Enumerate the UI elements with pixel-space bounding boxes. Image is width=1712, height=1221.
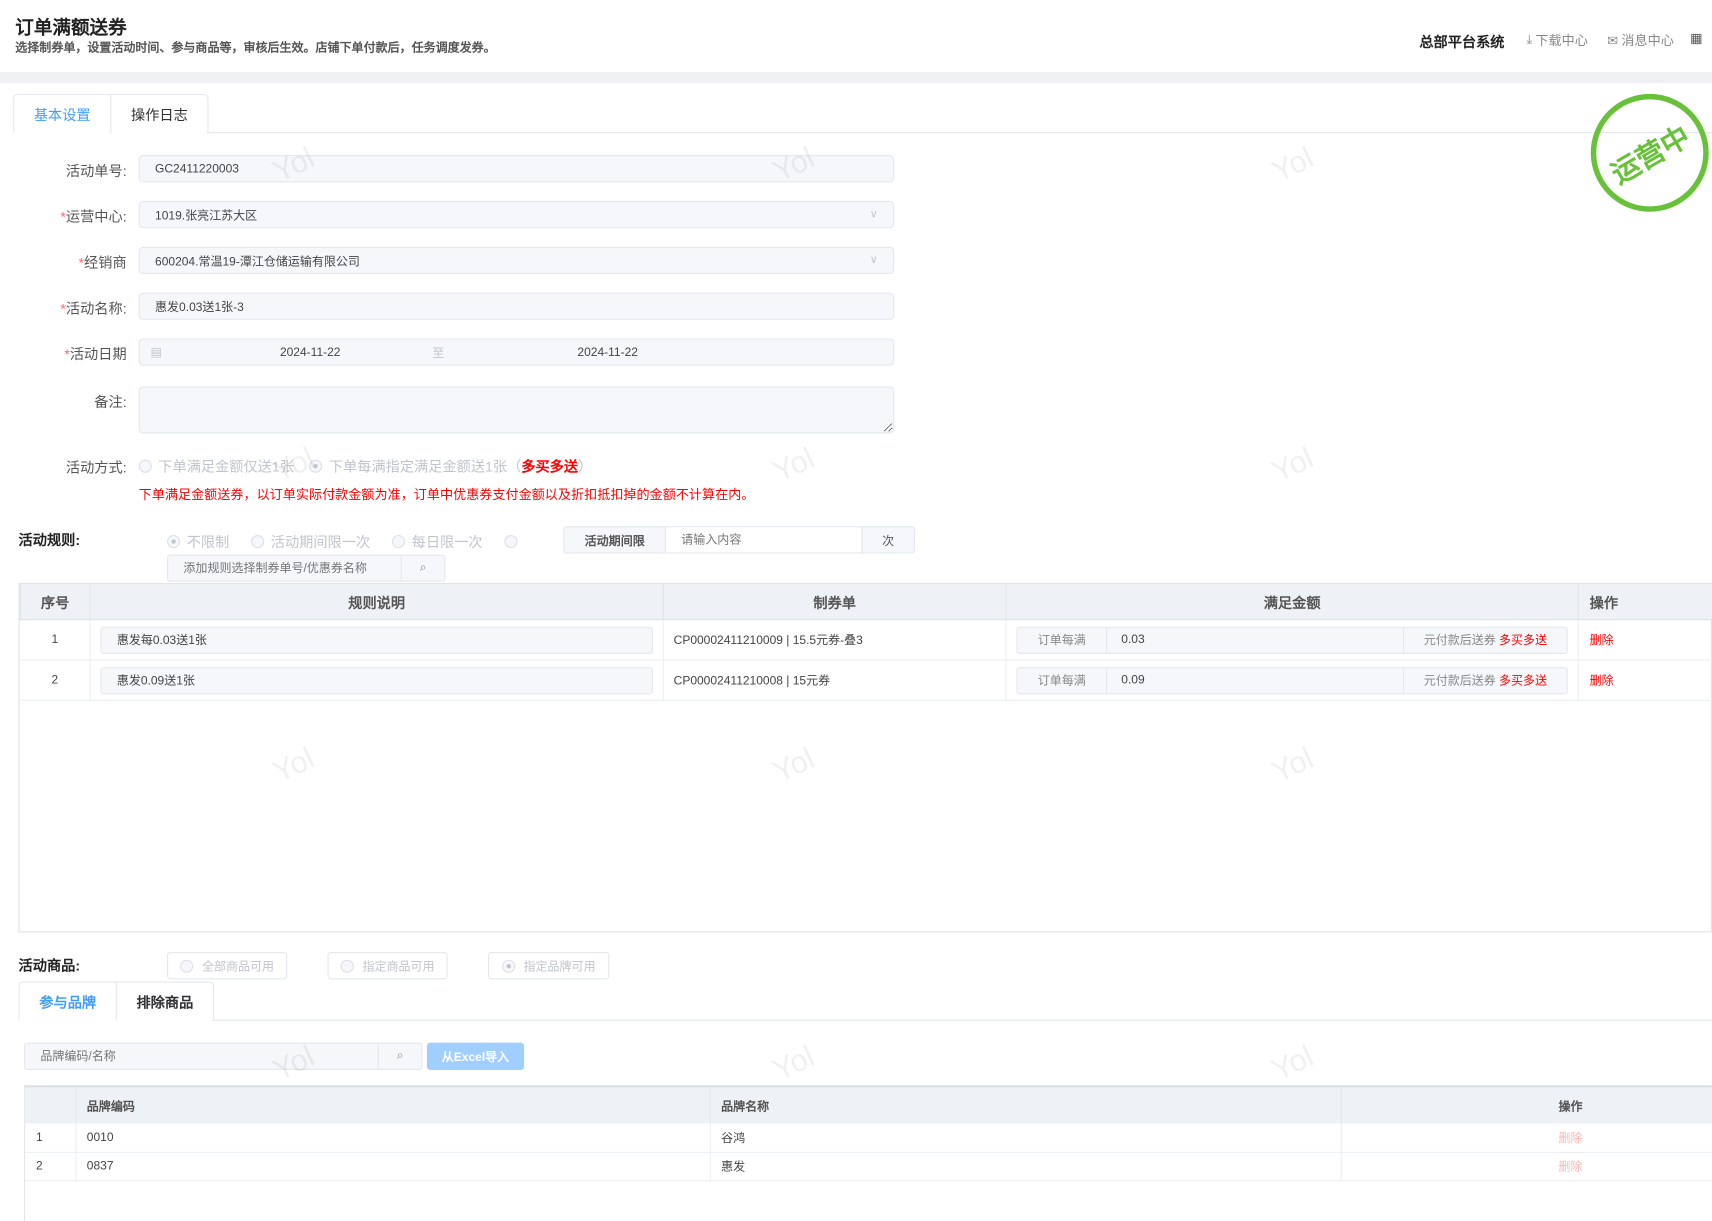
page-title: 订单满额送券 [15, 17, 127, 39]
table-row: 2 惠发0.09送1张 CP00002411210008 | 15元券 订单每满… [20, 659, 1712, 701]
column-header: 制券单 [662, 583, 1007, 621]
rule-option-unlimited[interactable]: 不限制 [167, 531, 229, 552]
import-excel-button[interactable]: 从Excel导入 [426, 1042, 525, 1070]
chevron-down-icon: ∨ [869, 254, 878, 267]
radio-icon [504, 534, 518, 548]
help-icon[interactable]: ▦ [1690, 31, 1702, 46]
amount-input-group: 订单每满 0.09 元付款后送券 多买多送 [1016, 666, 1568, 694]
download-center-link[interactable]: ⤓ 下载中心 [1526, 31, 1587, 50]
tab-basic-settings[interactable]: 基本设置 [14, 94, 112, 134]
column-header: 序号 [19, 583, 91, 621]
activity-no-label: 活动单号: [65, 162, 127, 180]
tab-divider [206, 132, 1712, 134]
activity-no-field[interactable]: GC2411220003 [138, 155, 895, 183]
tab-brands[interactable]: 参与品牌 [20, 982, 117, 1021]
table-row: 1 惠发每0.03送1张 CP00002411210009 | 15.5元券-叠… [20, 619, 1712, 661]
column-header: 品牌名称 [709, 1087, 1342, 1124]
column-header: 操作 [1577, 583, 1712, 621]
brand-table-container: 品牌编码 品牌名称 操作 1 0010 谷鸿 删除 2 0837 惠发 删除 [24, 1085, 1712, 1221]
mode-note: 下单满足金额送券，以订单实际付款金额为准，订单中优惠券支付金额以及折扣抵扣掉的金… [138, 486, 755, 503]
status-stamp: 运营中 [1590, 93, 1709, 212]
rules-table: 序号 规则说明 制券单 满足金额 操作 1 惠发每0.03送1张 CP00002… [19, 583, 1712, 701]
mode-label: 活动方式: [65, 459, 127, 477]
ops-center-select[interactable]: 1019.张亮江苏大区 ∨ [138, 200, 895, 229]
rule-option-once-daily[interactable]: 每日限一次 [391, 531, 483, 552]
radio-checked-icon [309, 459, 323, 473]
column-header [25, 1087, 76, 1124]
mode-option-multi[interactable]: 下单每满指定满足金额送1张（多买多送） [309, 455, 592, 476]
column-header: 品牌编码 [75, 1087, 711, 1124]
rule-search: ⌕ [167, 554, 446, 582]
amount-input-group: 订单每满 0.03 元付款后送券 多买多送 [1016, 626, 1568, 654]
amount-field[interactable]: 0.03 [1107, 627, 1403, 652]
tab-excluded-products[interactable]: 排除商品 [117, 983, 213, 1021]
dealer-label: *经销商 [78, 254, 127, 271]
goods-option-brands[interactable]: 指定品牌可用 [488, 952, 610, 980]
dealer-select[interactable]: 600204.常温19-潭江仓储运输有限公司 ∨ [138, 246, 895, 275]
end-date[interactable]: 2024-11-22 [577, 346, 638, 359]
main-tabs: 基本设置 操作日志 [13, 93, 209, 134]
page: 订单满额送券 选择制券单，设置活动时间、参与商品等，审核后生效。店铺下单付款后，… [0, 0, 1712, 1221]
radio-checked-icon [167, 534, 181, 548]
mode-option-single[interactable]: 下单满足金额仅送1张 [138, 455, 294, 476]
radio-icon [340, 959, 354, 973]
mode-radio-group: 下单满足金额仅送1张 下单每满指定满足金额送1张（多买多送） [138, 455, 592, 476]
rule-search-input[interactable] [168, 555, 401, 581]
rule-desc-field[interactable]: 惠发0.09送1张 [100, 666, 653, 694]
delete-link[interactable]: 删除 [1578, 619, 1712, 661]
activity-date-range[interactable]: ▤ 2024-11-22 至 2024-11-22 [138, 338, 895, 366]
activity-name-field[interactable]: 惠发0.03送1张-3 [138, 292, 895, 320]
start-date[interactable]: 2024-11-22 [280, 346, 341, 359]
mail-icon: ✉ [1607, 32, 1619, 48]
brand-table: 品牌编码 品牌名称 操作 1 0010 谷鸿 删除 2 0837 惠发 删除 [25, 1087, 1712, 1181]
rules-label: 活动规则: [18, 531, 81, 549]
amount-field[interactable]: 0.09 [1107, 668, 1403, 693]
radio-icon [180, 959, 194, 973]
delete-link[interactable]: 删除 [1578, 659, 1712, 701]
activity-date-label: *活动日期 [64, 346, 127, 363]
header-divider [0, 72, 1712, 83]
delete-link[interactable]: 删除 [1340, 1151, 1712, 1181]
column-header: 操作 [1340, 1087, 1712, 1124]
brand-search: ⌕ [24, 1042, 423, 1070]
period-limit-input-group: 活动期间限 次 [563, 526, 915, 554]
radio-icon [138, 459, 152, 473]
download-icon: ⤓ [1526, 31, 1533, 47]
radio-checked-icon [501, 959, 515, 973]
rules-radio-group: 不限制 活动期间限一次 每日限一次 [167, 531, 518, 552]
radio-icon [391, 534, 406, 548]
goods-tabs: 参与品牌 排除商品 [18, 981, 215, 1021]
tab-divider [211, 1019, 1712, 1021]
remark-label: 备注: [94, 394, 127, 411]
system-name: 总部平台系统 [1419, 33, 1505, 51]
calendar-icon: ▤ [150, 346, 163, 360]
rule-option-once-period[interactable]: 活动期间限一次 [251, 531, 370, 552]
column-header: 满足金额 [1005, 583, 1579, 621]
rule-desc-field[interactable]: 惠发每0.03送1张 [100, 626, 653, 654]
brand-search-input[interactable] [25, 1043, 378, 1069]
period-limit-input[interactable] [665, 527, 862, 553]
table-row: 1 0010 谷鸿 删除 [25, 1123, 1712, 1153]
activity-name-label: *活动名称: [60, 300, 127, 317]
radio-icon [251, 534, 265, 548]
search-icon[interactable]: ⌕ [377, 1043, 422, 1069]
rule-option-custom[interactable] [504, 531, 518, 552]
goods-label: 活动商品: [18, 957, 81, 974]
remark-textarea[interactable] [138, 386, 895, 434]
delete-link[interactable]: 删除 [1340, 1123, 1712, 1153]
rules-table-container: 序号 规则说明 制券单 满足金额 操作 1 惠发每0.03送1张 CP00002… [18, 583, 1712, 933]
tab-operation-log[interactable]: 操作日志 [111, 95, 207, 133]
search-icon[interactable]: ⌕ [400, 555, 445, 581]
table-row: 2 0837 惠发 删除 [25, 1151, 1712, 1181]
message-center-link[interactable]: ✉ 消息中心 [1607, 31, 1674, 50]
page-subtitle: 选择制券单，设置活动时间、参与商品等，审核后生效。店铺下单付款后，任务调度发券。 [15, 41, 496, 55]
chevron-down-icon: ∨ [869, 208, 878, 221]
goods-option-all[interactable]: 全部商品可用 [167, 952, 288, 980]
column-header: 规则说明 [89, 583, 664, 621]
goods-option-products[interactable]: 指定商品可用 [327, 952, 448, 980]
ops-center-label: *运营中心: [60, 208, 127, 225]
